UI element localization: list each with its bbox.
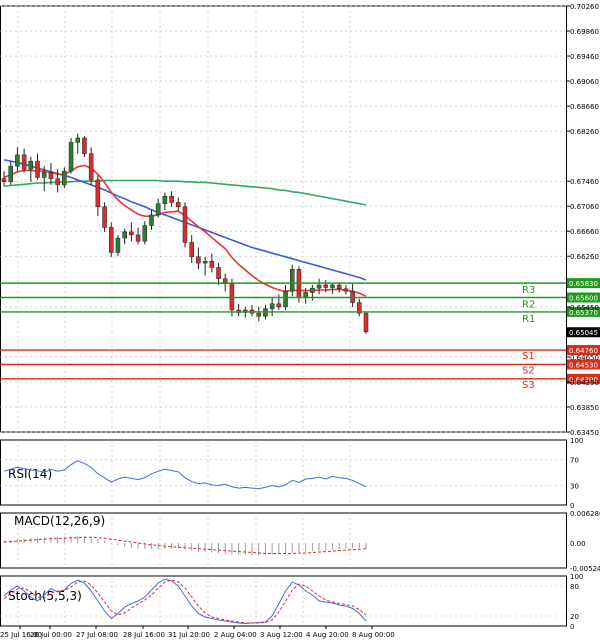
candle-up [155,203,161,216]
level-label-s2: S2 [522,365,535,376]
candle-down [55,178,60,186]
level-tag-r3: 0.65830 [569,280,598,288]
level-label-r1: R1 [522,314,535,325]
time-tick-label: 2 Aug 04:00 [214,631,257,639]
current-price-tag: 0.65045 [569,329,598,337]
price-tick-label: 0.69860 [570,28,599,36]
candle-up [316,284,322,289]
candle-down [1,178,7,183]
rsi-tick-label: 70 [570,457,579,465]
price-tick-label: 0.69460 [570,53,599,61]
candle-up [28,160,34,170]
macd-label: MACD(12,26,9) [14,514,105,528]
time-tick-label: 3 Aug 12:00 [260,631,303,639]
chart-background [0,0,600,642]
rsi-label: RSI(14) [8,467,52,481]
price-tick-label: 0.67460 [570,178,599,186]
candle-down [363,312,369,333]
candle-up [149,214,154,226]
price-tick-label: 0.65450 [570,304,599,312]
candle-down [323,284,329,288]
level-label-r3: R3 [522,285,535,296]
candle-up [62,170,67,186]
candle-down [209,260,215,268]
price-tick-label: 0.69060 [570,78,599,86]
level-tag-r2: 0.65600 [569,295,598,303]
price-tick-label: 0.68260 [570,128,599,136]
candle-down [336,284,342,289]
candle-down [135,234,141,242]
time-tick-label: 4 Aug 20:00 [306,631,349,639]
candle-up [68,142,74,172]
level-label-s3: S3 [522,380,535,391]
candle-up [202,260,208,264]
candle-down [189,242,194,258]
candle-up [303,292,308,298]
price-tick-label: 0.63450 [570,429,599,437]
candle-down [102,206,107,228]
candle-down [276,303,282,308]
candle-down [129,231,134,236]
candle-up [269,303,275,310]
stoch-tick-label: 100 [570,573,583,581]
time-tick-label: 8 Aug 00:00 [352,631,395,639]
price-tick-label: 0.64250 [570,379,599,387]
candle-down [95,179,101,208]
candle-up [122,231,127,239]
rsi-tick-label: 30 [570,483,579,491]
candle-down [343,288,349,292]
candle-up [162,195,168,204]
level-label-r2: R2 [522,300,535,311]
price-tick-label: 0.66260 [570,253,599,261]
macd-tick-label: 0.00 [570,540,586,548]
time-tick-label: 26 Jul 00:00 [30,631,72,639]
candle-up [115,237,121,253]
candle-up [8,165,13,183]
candle-down [182,206,188,243]
candle-up [289,269,295,292]
forex-chart: R30.65830R20.65600R10.65370S1 0.64760S2 0.… [0,0,600,642]
price-tick-label: 0.64650 [570,354,599,362]
candle-up [41,172,47,178]
candle-up [75,137,81,143]
candle-up [283,291,288,308]
stoch-label: Stoch(5,5,3) [8,589,82,603]
candle-down [216,267,221,279]
candle-down [48,172,54,179]
time-tick-label: 27 Jul 08:00 [76,631,118,639]
candle-down [256,312,262,317]
price-tick-label: 0.67060 [570,203,599,211]
candle-down [176,202,181,208]
candle-down [21,154,27,170]
candle-down [82,137,87,154]
stoch-tick-label: 20 [570,613,579,621]
stoch-tick-label: 0 [570,623,574,631]
price-tick-label: 0.66660 [570,228,599,236]
rsi-tick-label: 0 [570,502,574,510]
candle-up [330,284,335,288]
candle-up [15,154,20,167]
price-tick-label: 0.68660 [570,103,599,111]
time-tick-label: 31 Jul 20:00 [168,631,210,639]
candle-down [196,256,201,264]
rsi-tick-label: 100 [570,437,583,445]
candle-up [142,225,148,242]
stoch-tick-label: 80 [570,583,579,591]
price-tick-label: 0.63850 [570,404,599,412]
price-tick-label: 0.70260 [570,3,599,11]
candle-down [35,160,40,178]
level-tag-s2: 0.64530 [569,361,598,369]
level-label-s1: S1 [522,351,535,362]
candle-down [108,227,114,253]
candle-down [169,195,174,203]
candle-down [88,153,94,181]
candle-up [310,287,315,293]
macd-tick-label: 0.006286 [570,510,600,518]
macd-tick-label: -0.005248 [570,565,600,573]
time-tick-label: 28 Jul 16:00 [123,631,165,639]
